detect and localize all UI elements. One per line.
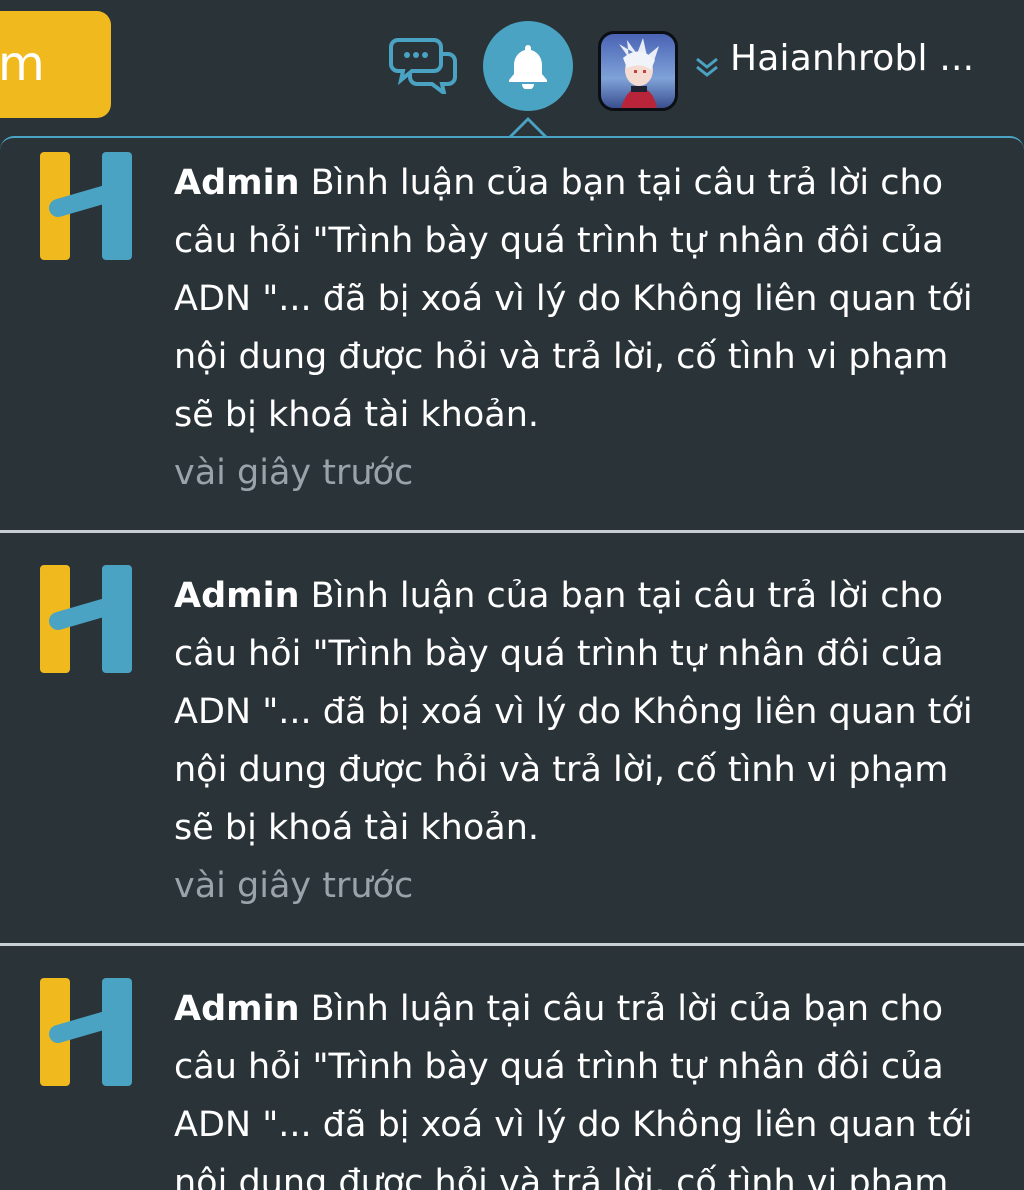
notification-item[interactable]: Admin Bình luận của bạn tại câu trả lời … [0, 138, 1024, 530]
notification-item[interactable]: Admin Bình luận tại câu trả lời của bạn … [0, 946, 1024, 1190]
notification-text: Admin Bình luận của bạn tại câu trả lời … [174, 154, 1024, 502]
notification-time: vài giây trước [174, 866, 414, 906]
notification-author: Admin [174, 989, 300, 1029]
notification-message: Bình luận của bạn tại câu trả lời cho câ… [174, 576, 973, 848]
brand-button-label: m [0, 36, 45, 92]
bell-icon [509, 45, 547, 89]
notification-time: vài giây trước [174, 453, 414, 493]
username-label[interactable]: Haianhrobl ... [730, 38, 974, 79]
hoc24-logo-icon [40, 978, 132, 1086]
notification-message: Bình luận của bạn tại câu trả lời cho câ… [174, 163, 973, 435]
user-avatar[interactable] [598, 31, 678, 111]
notification-author: Admin [174, 576, 300, 616]
notification-text: Admin Bình luận tại câu trả lời của bạn … [174, 980, 1024, 1190]
hoc24-logo-icon [40, 565, 132, 673]
notification-text: Admin Bình luận của bạn tại câu trả lời … [174, 567, 1024, 915]
top-navigation-bar: m Haianhrobl ... [0, 0, 1024, 136]
chat-bubbles-icon[interactable] [388, 36, 458, 98]
chevron-down-icon[interactable] [694, 54, 720, 80]
hoc24-logo-icon [40, 152, 132, 260]
notification-author: Admin [174, 163, 300, 203]
brand-button[interactable]: m [0, 11, 111, 118]
notification-item[interactable]: Admin Bình luận của bạn tại câu trả lời … [0, 533, 1024, 946]
notifications-panel: Admin Bình luận của bạn tại câu trả lời … [0, 136, 1024, 1190]
notifications-bell-button[interactable] [483, 21, 573, 111]
